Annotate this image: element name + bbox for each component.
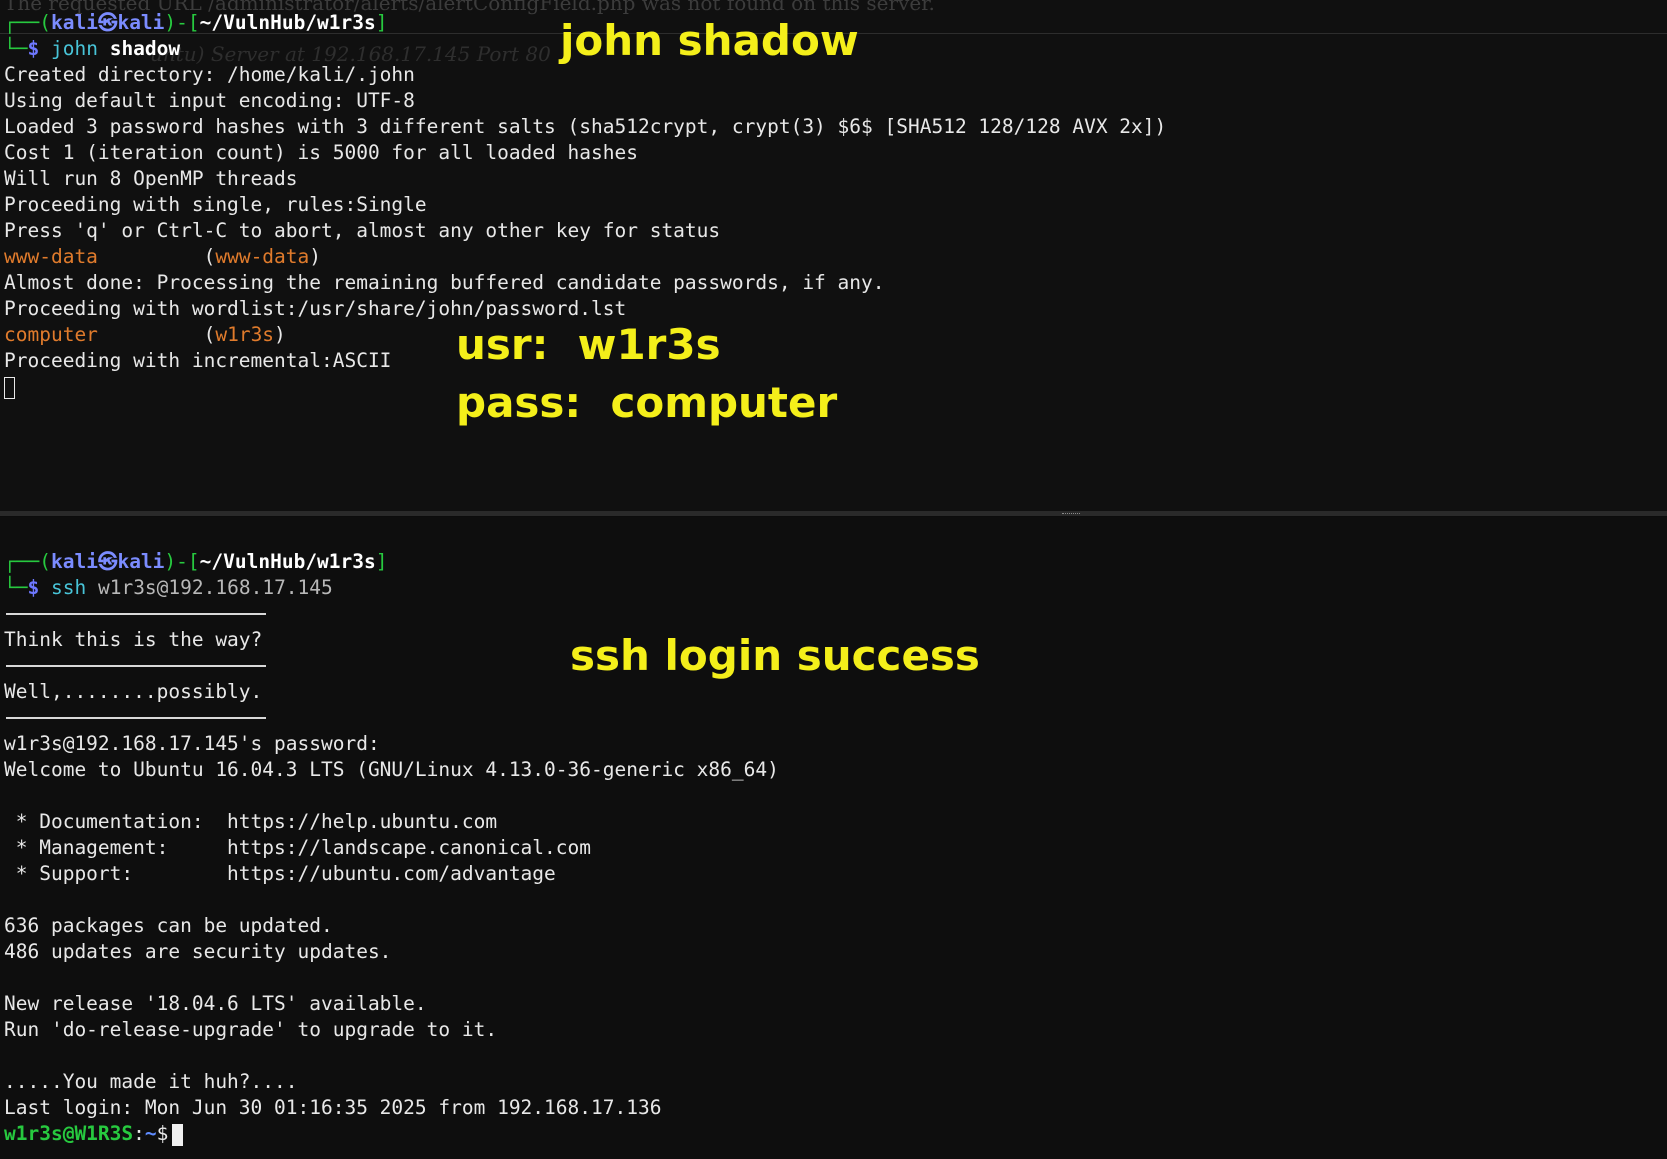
annotation-pass: pass: computer: [456, 378, 838, 427]
release-line: New release '18.04.6 LTS' available.: [4, 992, 427, 1015]
prompt-user: kali: [50, 11, 98, 34]
terminal-cursor: [4, 377, 15, 399]
prompt-line-1: ┌──(kali㉿kali)-[~/VulnHub/w1r3s]: [4, 549, 388, 575]
output-line: Proceeding with single, rules:Single: [4, 193, 427, 216]
pane-resize-handle[interactable]: [1062, 513, 1080, 515]
pane-divider[interactable]: [0, 511, 1667, 516]
terminal-pane-top[interactable]: The requested URL /administrator/alerts/…: [0, 0, 1667, 512]
prompt-host: kali: [117, 11, 165, 34]
banner-line: Well,........possibly.: [4, 680, 263, 703]
prompt-corner: └─: [4, 576, 28, 599]
output-line: Almost done: Processing the remaining bu…: [4, 271, 885, 294]
prompt-dollar: $: [27, 576, 40, 599]
command-name: ssh: [50, 576, 87, 599]
link-line: * Documentation: https://help.ubuntu.com: [4, 810, 498, 833]
link-line: * Management: https://landscape.canonica…: [4, 836, 591, 859]
banner-rule: [6, 665, 266, 667]
prompt-dollar: $: [27, 37, 40, 60]
prompt-user: kali: [50, 550, 98, 573]
banner-line: Think this is the way?: [4, 628, 263, 651]
command-name: john: [50, 37, 98, 60]
prompt-close: ]: [375, 550, 388, 573]
prompt-box-open: ┌──(: [4, 550, 51, 573]
cracked-password: www-data: [4, 245, 98, 268]
prompt-close: ]: [375, 11, 388, 34]
prompt-separator: )-[: [164, 11, 200, 34]
upgrade-line: Run 'do-release-upgrade' to upgrade to i…: [4, 1018, 498, 1041]
shell-cursor: [172, 1123, 184, 1146]
prompt-corner: └─: [4, 37, 28, 60]
prompt-path: ~/VulnHub/w1r3s: [199, 11, 376, 34]
command-line: └─$ ssh w1r3s@192.168.17.145: [4, 575, 333, 601]
output-line: Proceeding with wordlist:/usr/share/john…: [4, 297, 627, 320]
annotation-john-shadow: john shadow: [560, 16, 859, 65]
shell-prompt[interactable]: w1r3s@W1R3S:~$: [4, 1121, 184, 1147]
cracked-password: computer: [4, 323, 98, 346]
prompt-host: kali: [117, 550, 165, 573]
prompt-separator: )-[: [164, 550, 200, 573]
output-line: Will run 8 OpenMP threads: [4, 167, 298, 190]
banner-rule: [6, 613, 266, 615]
kali-at-icon: ㉿: [97, 11, 118, 34]
output-line: Created directory: /home/kali/.john: [4, 63, 415, 86]
cracked-line-1: www-data (www-data): [4, 245, 322, 268]
packages-line: 636 packages can be updated.: [4, 914, 333, 937]
output-line: Proceeding with incremental:ASCII: [4, 349, 392, 372]
banner-rule: [6, 717, 266, 719]
command-line: └─$ john shadow: [4, 36, 180, 62]
output-line: Using default input encoding: UTF-8: [4, 89, 415, 112]
output-line: Cost 1 (iteration count) is 5000 for all…: [4, 141, 638, 164]
output-line: Press 'q' or Ctrl-C to abort, almost any…: [4, 219, 721, 242]
command-argument: shadow: [109, 37, 181, 60]
motd-line: .....You made it huh?....: [4, 1070, 298, 1093]
annotation-ssh-success: ssh login success: [570, 631, 980, 680]
welcome-line: Welcome to Ubuntu 16.04.3 LTS (GNU/Linux…: [4, 758, 779, 781]
cracked-user: w1r3s: [215, 323, 275, 346]
prompt-box-open: ┌──(: [4, 11, 51, 34]
terminal-pane-bottom[interactable]: ┌──(kali㉿kali)-[~/VulnHub/w1r3s] └─$ ssh…: [0, 517, 1667, 1159]
annotation-usr: usr: w1r3s: [456, 320, 721, 369]
cracked-line-2: computer (w1r3s): [4, 323, 286, 346]
last-login-line: Last login: Mon Jun 30 01:16:35 2025 fro…: [4, 1096, 662, 1119]
prompt-line-1: ┌──(kali㉿kali)-[~/VulnHub/w1r3s]: [4, 10, 388, 36]
shell-user-host: w1r3s@W1R3S: [4, 1122, 134, 1145]
prompt-path: ~/VulnHub/w1r3s: [199, 550, 376, 573]
command-argument: w1r3s@192.168.17.145: [97, 576, 333, 599]
kali-at-icon: ㉿: [97, 550, 118, 573]
output-line: Loaded 3 password hashes with 3 differen…: [4, 115, 1167, 138]
link-line: * Support: https://ubuntu.com/advantage: [4, 862, 556, 885]
security-line: 486 updates are security updates.: [4, 940, 392, 963]
password-prompt: w1r3s@192.168.17.145's password:: [4, 732, 380, 755]
shell-path: ~: [144, 1122, 157, 1145]
cracked-user: www-data: [215, 245, 310, 268]
